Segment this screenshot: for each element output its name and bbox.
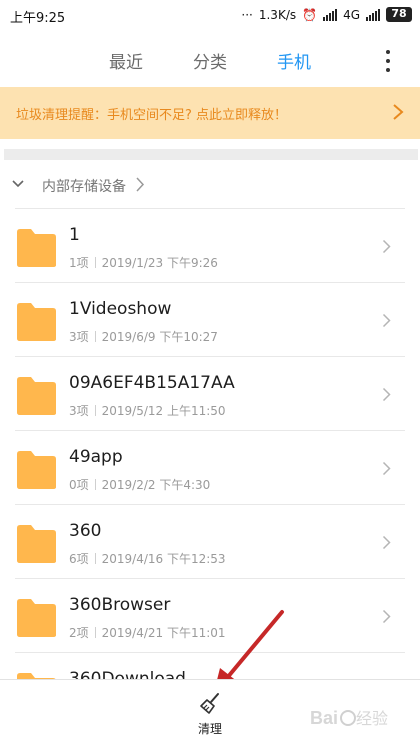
folder-row[interactable]: 1Videoshow 3项 2019/6/9 下午10:27 <box>15 282 405 356</box>
folder-modified-date: 2019/6/9 下午10:27 <box>101 330 218 344</box>
folder-item-count: 3项 <box>69 330 89 344</box>
chevron-right-icon <box>382 535 391 550</box>
chevron-right-icon <box>382 239 391 254</box>
chevron-down-icon[interactable] <box>12 179 24 189</box>
folder-name: 49app <box>69 447 123 467</box>
chevron-right-icon <box>136 177 145 192</box>
cleanup-banner[interactable]: 垃圾清理提醒：手机空间不足? 点此立即释放！ <box>0 87 420 139</box>
folder-item-count: 1项 <box>69 256 89 270</box>
meta-separator <box>94 553 96 564</box>
folder-meta: 6项 2019/4/16 下午12:53 <box>69 550 226 567</box>
chevron-right-icon <box>382 387 391 402</box>
folder-meta: 1项 2019/1/23 下午9:26 <box>69 254 218 271</box>
meta-separator <box>94 405 96 416</box>
status-bar: 上午9:25 ··· 1.3K/s ⏰ 4G 78 <box>0 0 420 32</box>
breadcrumb-label: 内部存储设备 <box>42 179 126 195</box>
status-indicators: ··· 1.3K/s ⏰ 4G 78 <box>241 7 412 22</box>
folder-item-count: 2项 <box>69 626 89 640</box>
tab-phone[interactable]: 手机 <box>277 48 311 73</box>
folder-name: 360 <box>69 521 102 541</box>
folder-item-count: 3项 <box>69 404 89 418</box>
folder-row[interactable]: 09A6EF4B15A17AA 3项 2019/5/12 上午11:50 <box>15 356 405 430</box>
folder-name: 09A6EF4B15A17AA <box>69 373 235 393</box>
status-time: 上午9:25 <box>10 11 66 26</box>
folder-modified-date: 2019/1/23 下午9:26 <box>101 256 218 270</box>
network-type: 4G <box>343 7 360 22</box>
svg-text:经验: 经验 <box>356 709 388 728</box>
meta-separator <box>94 627 96 638</box>
folder-item-count: 0项 <box>69 478 89 492</box>
breadcrumb[interactable]: 内部存储设备 <box>0 170 420 200</box>
battery-icon: 78 <box>386 7 412 22</box>
folder-row[interactable]: 360 6项 2019/4/16 下午12:53 <box>15 504 405 578</box>
banner-text: 垃圾清理提醒：手机空间不足? 点此立即释放！ <box>16 108 288 123</box>
folder-meta: 3项 2019/5/12 上午11:50 <box>69 402 226 419</box>
more-menu-icon[interactable] <box>384 50 392 72</box>
folder-icon <box>17 525 56 563</box>
folder-meta: 2项 2019/4/21 下午11:01 <box>69 624 226 641</box>
chevron-right-icon <box>382 609 391 624</box>
folder-icon <box>17 229 56 267</box>
folder-name: 1 <box>69 225 80 245</box>
folder-icon <box>17 377 56 415</box>
folder-meta: 0项 2019/2/2 下午4:30 <box>69 476 210 493</box>
tab-category[interactable]: 分类 <box>193 48 227 73</box>
tab-recent[interactable]: 最近 <box>109 48 143 73</box>
chevron-right-icon <box>382 313 391 328</box>
folder-icon <box>17 451 56 489</box>
folder-modified-date: 2019/5/12 上午11:50 <box>101 404 226 418</box>
baidu-watermark: Bai 经验 <box>310 708 388 728</box>
folder-icon <box>17 599 56 637</box>
svg-text:Bai: Bai <box>310 708 338 728</box>
signal-icon-2 <box>366 8 380 21</box>
folder-name: 360Browser <box>69 595 171 615</box>
meta-separator <box>94 331 96 342</box>
folder-item-count: 6项 <box>69 552 89 566</box>
folder-name: 1Videoshow <box>69 299 172 319</box>
tab-bar: 最近 分类 手机 <box>0 38 420 82</box>
folder-icon <box>17 303 56 341</box>
broom-icon[interactable] <box>198 692 222 714</box>
folder-modified-date: 2019/2/2 下午4:30 <box>101 478 211 492</box>
folder-modified-date: 2019/4/16 下午12:53 <box>101 552 226 566</box>
notification-dots-icon: ··· <box>241 7 253 22</box>
meta-separator <box>94 479 96 490</box>
folder-modified-date: 2019/4/21 下午11:01 <box>101 626 226 640</box>
folder-meta: 3项 2019/6/9 下午10:27 <box>69 328 218 345</box>
chevron-right-icon <box>393 104 404 120</box>
folder-row[interactable]: 1 1项 2019/1/23 下午9:26 <box>15 208 405 282</box>
section-divider <box>4 149 418 160</box>
folder-row[interactable]: 49app 0项 2019/2/2 下午4:30 <box>15 430 405 504</box>
meta-separator <box>94 257 96 268</box>
alarm-icon: ⏰ <box>302 7 318 22</box>
signal-icon <box>323 8 338 21</box>
net-speed: 1.3K/s <box>258 7 297 22</box>
chevron-right-icon <box>382 461 391 476</box>
